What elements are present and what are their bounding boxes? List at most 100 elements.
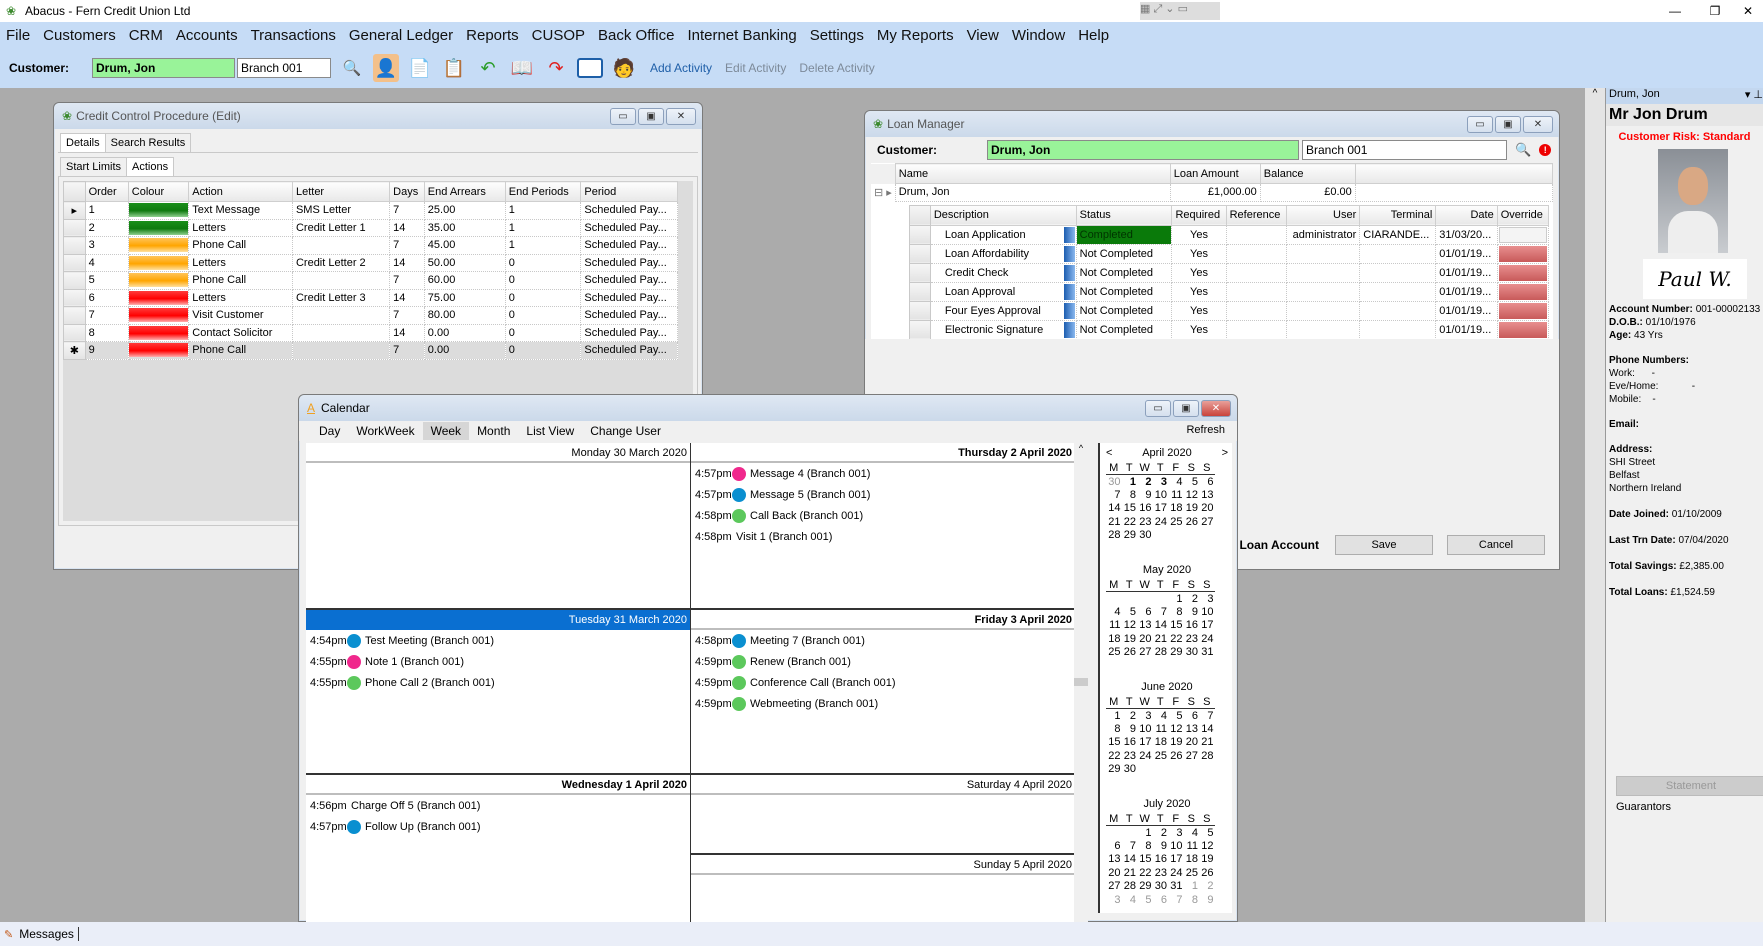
day-number[interactable]: 20 — [1137, 632, 1153, 646]
col-colour[interactable]: Colour — [127, 181, 190, 202]
minimize-button[interactable]: — — [1655, 0, 1695, 22]
day-number[interactable]: 18 — [1106, 632, 1122, 646]
day-number[interactable]: 2 — [1184, 592, 1200, 606]
override-cell[interactable] — [1496, 300, 1550, 321]
day-number[interactable]: 7 — [1168, 893, 1184, 907]
day-cell[interactable]: Sunday 5 April 2020 — [691, 853, 1076, 923]
row-selector[interactable] — [63, 236, 86, 255]
table-row[interactable]: Loan Affordability Not Completed Yes 01/01/… — [909, 243, 1550, 264]
day-number[interactable]: 23 — [1137, 515, 1153, 529]
day-number[interactable]: 24 — [1137, 749, 1153, 763]
day-number[interactable]: 12 — [1122, 619, 1138, 633]
day-number[interactable]: 26 — [1199, 866, 1215, 880]
edit-activity-button[interactable]: Edit Activity — [725, 61, 786, 75]
day-number[interactable]: 9 — [1153, 839, 1169, 853]
side-scrollbar[interactable]: ^ — [1585, 88, 1605, 922]
day-number[interactable]: 24 — [1168, 866, 1184, 880]
day-number[interactable]: 9 — [1122, 722, 1138, 736]
col-description[interactable]: Description — [929, 204, 1077, 226]
day-number[interactable]: 18 — [1168, 502, 1184, 516]
override-cell[interactable] — [1496, 224, 1550, 245]
day-number[interactable]: 11 — [1168, 488, 1184, 502]
col-days[interactable]: Days — [389, 181, 425, 202]
col-name[interactable]: Name — [894, 163, 1171, 184]
day-number[interactable]: 1 — [1184, 880, 1200, 894]
maximize-button[interactable]: ▣ — [1173, 400, 1199, 417]
day-number[interactable]: 19 — [1199, 853, 1215, 867]
delete-activity-button[interactable]: Delete Activity — [799, 61, 874, 75]
day-number[interactable]: 23 — [1184, 632, 1200, 646]
loan-row[interactable]: ⊟ ▸ Drum, Jon £1,000.00 £0.00 — [871, 183, 1554, 202]
day-number[interactable]: 6 — [1137, 605, 1153, 619]
day-number[interactable]: 27 — [1106, 880, 1122, 894]
view-list-view[interactable]: List View — [518, 422, 582, 440]
calendar-event[interactable]: 4:55pm Note 1 (Branch 001) — [306, 651, 690, 672]
menu-settings[interactable]: Settings — [810, 27, 864, 44]
next-month-icon[interactable]: > — [1222, 447, 1228, 459]
day-number[interactable]: 30 — [1153, 880, 1169, 894]
table-row[interactable]: Four Eyes Approval Not Completed Yes 01/01/… — [909, 300, 1550, 321]
day-number[interactable]: 19 — [1122, 632, 1138, 646]
customer-profile-icon[interactable]: 👤 — [373, 54, 399, 82]
day-number[interactable]: 17 — [1199, 619, 1215, 633]
day-number[interactable]: 7 — [1122, 839, 1138, 853]
day-number[interactable]: 30 — [1137, 529, 1153, 543]
maximize-button[interactable]: ▣ — [638, 108, 664, 125]
menu-general-ledger[interactable]: General Ledger — [349, 27, 453, 44]
day-number[interactable]: 11 — [1153, 722, 1169, 736]
table-row[interactable]: 3 Phone Call 7 45.00 1 Scheduled Pay... — [63, 236, 678, 255]
row-selector[interactable] — [909, 224, 931, 245]
day-number[interactable]: 18 — [1184, 853, 1200, 867]
day-number[interactable]: 29 — [1122, 529, 1138, 543]
day-number[interactable]: 13 — [1137, 619, 1153, 633]
minimize-button[interactable]: ▭ — [610, 108, 636, 125]
day-number[interactable]: 12 — [1168, 722, 1184, 736]
day-number[interactable]: 21 — [1199, 736, 1215, 750]
day-number[interactable]: 6 — [1184, 709, 1200, 723]
day-number[interactable]: 17 — [1153, 502, 1169, 516]
day-number[interactable]: 23 — [1153, 866, 1169, 880]
col-override[interactable]: Override — [1496, 204, 1550, 226]
row-selector[interactable] — [909, 281, 931, 302]
day-number[interactable]: 28 — [1106, 529, 1122, 543]
day-number[interactable]: 16 — [1137, 502, 1153, 516]
day-number[interactable]: 25 — [1153, 749, 1169, 763]
day-number[interactable]: 14 — [1122, 853, 1138, 867]
day-number[interactable]: 3 — [1168, 826, 1184, 840]
day-cell[interactable]: Saturday 4 April 2020 — [691, 773, 1076, 853]
day-number[interactable]: 23 — [1122, 749, 1138, 763]
day-number[interactable]: 13 — [1199, 488, 1215, 502]
day-number[interactable]: 7 — [1199, 709, 1215, 723]
day-number[interactable]: 4 — [1168, 475, 1184, 489]
day-number[interactable]: 6 — [1199, 475, 1215, 489]
pin-icon[interactable]: ▾ ⊥ — [1745, 88, 1763, 104]
messages-tab[interactable]: Messages — [19, 927, 79, 941]
day-number[interactable]: 28 — [1122, 880, 1138, 894]
menu-crm[interactable]: CRM — [129, 27, 163, 44]
day-cell[interactable]: Friday 3 April 2020 4:58pm Meeting 7 (Bran… — [691, 608, 1076, 773]
table-row[interactable]: 6 Letters Credit Letter 3 14 75.00 0 Scheduled… — [63, 288, 678, 307]
day-number[interactable]: 26 — [1168, 749, 1184, 763]
close-button[interactable]: ✕ — [1201, 400, 1231, 417]
book-check-icon[interactable]: 📖 — [509, 54, 535, 82]
day-number[interactable]: 5 — [1137, 893, 1153, 907]
override-button[interactable] — [1498, 245, 1547, 262]
day-number[interactable]: 22 — [1137, 866, 1153, 880]
day-number[interactable]: 15 — [1122, 502, 1138, 516]
day-number[interactable]: 14 — [1153, 619, 1169, 633]
day-number[interactable]: 3 — [1137, 709, 1153, 723]
day-number[interactable]: 21 — [1153, 632, 1169, 646]
day-number[interactable]: 8 — [1184, 893, 1200, 907]
day-number[interactable]: 10 — [1137, 722, 1153, 736]
row-selector[interactable] — [63, 271, 86, 290]
tab-search-results[interactable]: Search Results — [104, 133, 192, 152]
quick-icons[interactable]: ▦ ⤢ ⌄ ▭ — [1140, 2, 1220, 20]
table-row[interactable]: 5 Phone Call 7 60.00 0 Scheduled Pay... — [63, 271, 678, 290]
day-number[interactable]: 16 — [1184, 619, 1200, 633]
day-number[interactable]: 6 — [1153, 893, 1169, 907]
menu-file[interactable]: File — [6, 27, 30, 44]
table-row[interactable]: ✱ 9 Phone Call 7 0.00 0 Scheduled Pay... — [63, 341, 678, 360]
calendar-event[interactable]: 4:54pm Test Meeting (Branch 001) — [306, 630, 690, 651]
day-number[interactable]: 19 — [1184, 502, 1200, 516]
table-row[interactable]: 8 Contact Solicitor 14 0.00 0 Scheduled Pay..… — [63, 323, 678, 342]
